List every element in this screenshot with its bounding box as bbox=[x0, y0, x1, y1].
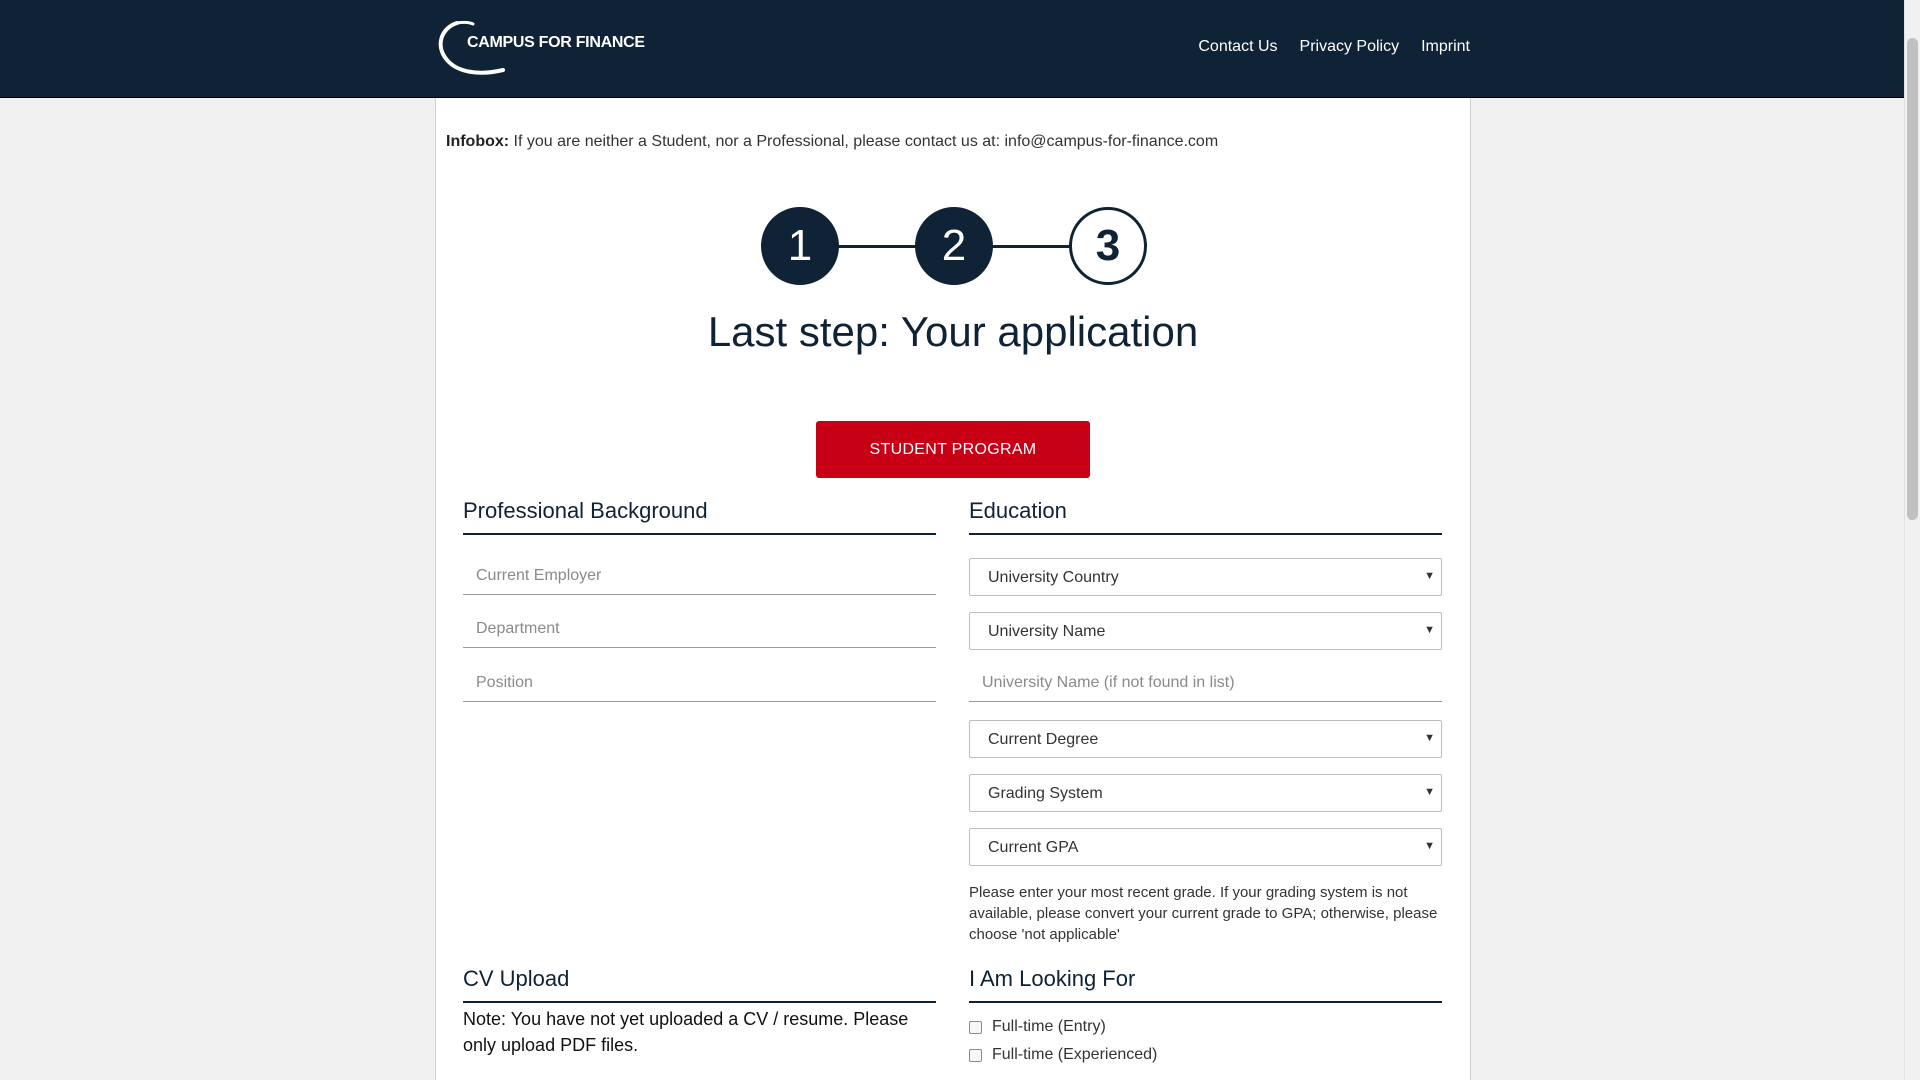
section-title: Education bbox=[969, 498, 1442, 535]
caret-down-icon: ▼ bbox=[1424, 840, 1435, 852]
cv-upload-section: CV Upload Note: You have not yet uploade… bbox=[463, 966, 936, 1080]
step-2: 2 bbox=[915, 207, 993, 285]
option-full-time-entry[interactable]: Full-time (Entry) bbox=[969, 1018, 1106, 1036]
campus-for-finance-logo[interactable]: CAMPUS FOR FINANCE bbox=[435, 20, 645, 76]
nav-privacy-policy[interactable]: Privacy Policy bbox=[1300, 38, 1400, 56]
current-gpa-select[interactable]: Current GPA ▼ bbox=[969, 828, 1442, 866]
looking-for-section: I Am Looking For Full-time (Entry) Full-… bbox=[969, 966, 1442, 1080]
caret-down-icon: ▼ bbox=[1424, 570, 1435, 582]
step-3: 3 bbox=[1069, 207, 1147, 285]
page-scrollbar[interactable] bbox=[1904, 0, 1920, 1080]
infobox-label: Infobox: bbox=[446, 133, 510, 150]
section-title: I Am Looking For bbox=[969, 966, 1442, 1003]
section-title: Professional Background bbox=[463, 498, 936, 535]
step-indicator: 1 2 3 bbox=[761, 207, 1147, 285]
department-input[interactable] bbox=[463, 610, 936, 648]
student-program-button[interactable]: STUDENT PROGRAM bbox=[816, 421, 1090, 478]
gpa-help-text: Please enter your most recent grade. If … bbox=[969, 884, 1438, 943]
nav-contact-us[interactable]: Contact Us bbox=[1198, 38, 1277, 56]
cv-note: Note: You have not yet uploaded a CV / r… bbox=[463, 1009, 909, 1055]
university-name-select[interactable]: University Name ▼ bbox=[969, 612, 1442, 650]
grading-system-select[interactable]: Grading System ▼ bbox=[969, 774, 1442, 812]
section-title: CV Upload bbox=[463, 966, 936, 1003]
logo-text: CAMPUS FOR FINANCE bbox=[467, 34, 645, 51]
step-connector bbox=[991, 245, 1071, 248]
checkbox[interactable] bbox=[969, 1048, 982, 1062]
top-navbar: CAMPUS FOR FINANCE Contact Us Privacy Po… bbox=[0, 0, 1905, 98]
nav-imprint[interactable]: Imprint bbox=[1421, 38, 1470, 56]
current-employer-input[interactable] bbox=[463, 557, 936, 595]
caret-down-icon: ▼ bbox=[1424, 786, 1435, 798]
option-label: Full-time (Experienced) bbox=[992, 1046, 1158, 1063]
professional-background-section: Professional Background bbox=[463, 498, 936, 788]
select-value: Current GPA bbox=[988, 839, 1079, 856]
application-panel: Infobox: If you are neither a Student, n… bbox=[435, 98, 1471, 1080]
option-label: Full-time (Entry) bbox=[992, 1018, 1106, 1035]
checkbox[interactable] bbox=[969, 1020, 982, 1034]
infobox: Infobox: If you are neither a Student, n… bbox=[446, 133, 1218, 151]
page-title: Last step: Your application bbox=[707, 308, 1199, 355]
top-nav-links: Contact Us Privacy Policy Imprint bbox=[1198, 38, 1470, 56]
step-1: 1 bbox=[761, 207, 839, 285]
infobox-text: If you are neither a Student, nor a Prof… bbox=[509, 133, 1219, 150]
scrollbar-thumb[interactable] bbox=[1907, 38, 1918, 520]
option-full-time-experienced[interactable]: Full-time (Experienced) bbox=[969, 1046, 1157, 1064]
select-value: University Name bbox=[988, 623, 1106, 640]
caret-down-icon: ▼ bbox=[1424, 624, 1435, 636]
university-country-select[interactable]: University Country ▼ bbox=[969, 558, 1442, 596]
university-name-other-input[interactable] bbox=[969, 664, 1442, 702]
position-input[interactable] bbox=[463, 664, 936, 702]
current-degree-select[interactable]: Current Degree ▼ bbox=[969, 720, 1442, 758]
select-value: University Country bbox=[988, 569, 1119, 586]
step-connector bbox=[837, 245, 917, 248]
select-value: Current Degree bbox=[988, 731, 1099, 748]
caret-down-icon: ▼ bbox=[1424, 732, 1435, 744]
select-value: Grading System bbox=[988, 785, 1103, 802]
